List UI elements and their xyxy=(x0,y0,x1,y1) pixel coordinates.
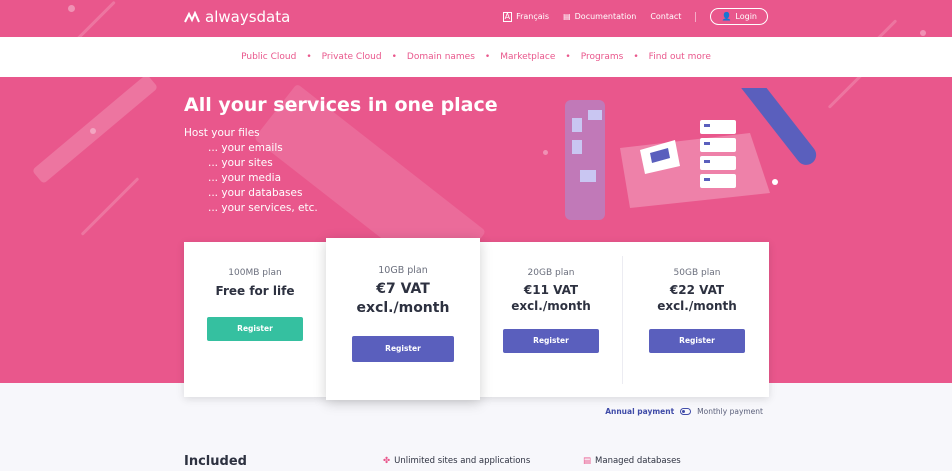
divider xyxy=(695,11,697,22)
nav-item-programs[interactable]: Programs xyxy=(571,52,634,62)
decorative-dot xyxy=(543,150,548,155)
decorative-dot xyxy=(90,128,96,134)
hero-list: Host your files ... your emails ... your… xyxy=(184,126,318,216)
nav-item-public-cloud[interactable]: Public Cloud xyxy=(231,52,306,62)
feature-item: ▤ Managed databases xyxy=(583,456,681,466)
sites-icon: ✤ xyxy=(383,456,391,466)
decorative-streak xyxy=(80,177,140,236)
plan-price-line2: excl./month xyxy=(356,300,450,316)
plan-price-line1: €22 VAT xyxy=(669,283,725,297)
hero-line: ... your sites xyxy=(208,157,273,169)
logo-icon xyxy=(184,11,200,23)
login-label: Login xyxy=(735,12,757,21)
plan-name: 100MB plan xyxy=(228,268,282,278)
documentation-label: Documentation xyxy=(574,12,637,21)
register-button[interactable]: Register xyxy=(649,329,745,353)
plan-price: Free for life xyxy=(215,284,295,298)
feature-label: Unlimited sites and applications xyxy=(394,456,531,466)
top-links: A Français ▤ Documentation Contact 👤 Log… xyxy=(502,8,768,25)
billing-switch[interactable] xyxy=(680,408,692,415)
plan-price-line2: excl./month xyxy=(511,299,591,313)
nav-item-marketplace[interactable]: Marketplace xyxy=(490,52,565,62)
language-label: Français xyxy=(516,12,550,21)
contact-link[interactable]: Contact xyxy=(650,12,681,21)
main-nav: Public Cloud • Private Cloud • Domain na… xyxy=(0,37,952,77)
book-icon: ▤ xyxy=(563,12,571,21)
nav-item-domain-names[interactable]: Domain names xyxy=(397,52,485,62)
register-button[interactable]: Register xyxy=(503,329,599,353)
plan-price-line2: excl./month xyxy=(657,299,737,313)
language-switch[interactable]: A Français xyxy=(502,11,550,22)
hero-line: ... your emails xyxy=(208,142,283,154)
login-button[interactable]: 👤 Login xyxy=(710,8,768,25)
hero-line: ... your databases xyxy=(208,187,303,199)
nav-item-private-cloud[interactable]: Private Cloud xyxy=(312,52,392,62)
translate-icon: A xyxy=(502,11,513,22)
plan-price-line1: €7 VAT xyxy=(376,281,430,297)
included-title: Included xyxy=(184,454,247,469)
monthly-payment-option[interactable]: Monthly payment xyxy=(697,407,763,416)
nav-item-find-out-more[interactable]: Find out more xyxy=(639,52,721,62)
register-button[interactable]: Register xyxy=(352,336,454,362)
plan-name: 20GB plan xyxy=(527,268,575,278)
user-icon: 👤 xyxy=(721,12,732,21)
database-icon: ▤ xyxy=(583,456,592,466)
plan-card-10gb: 10GB plan €7 VAT excl./month Register xyxy=(326,238,480,400)
feature-item: ✤ Unlimited sites and applications xyxy=(383,456,530,466)
plan-card-100mb: 100MB plan Free for life Register xyxy=(184,242,326,397)
contact-label: Contact xyxy=(650,12,682,21)
hero-title: All your services in one place xyxy=(184,94,498,116)
cloud-services-illustration xyxy=(565,88,817,220)
plan-card-50gb: 50GB plan €22 VAT excl./month Register xyxy=(626,242,768,397)
plan-name: 10GB plan xyxy=(378,265,428,276)
hero-line: ... your services, etc. xyxy=(208,202,318,214)
brand-name: alwaysdata xyxy=(205,8,291,26)
billing-toggle: Annual payment Monthly payment xyxy=(605,407,763,416)
hero-line: ... your media xyxy=(208,172,282,184)
annual-payment-option[interactable]: Annual payment xyxy=(605,407,674,416)
feature-label: Managed databases xyxy=(595,456,681,466)
brand-logo[interactable]: alwaysdata xyxy=(184,8,290,26)
documentation-link[interactable]: ▤ Documentation xyxy=(563,12,636,21)
plan-card-20gb: 20GB plan €11 VAT excl./month Register xyxy=(480,242,622,397)
hero-line: Host your files xyxy=(184,127,260,139)
plan-name: 50GB plan xyxy=(673,268,721,278)
register-button[interactable]: Register xyxy=(207,317,303,341)
plan-price-line1: €11 VAT xyxy=(523,283,579,297)
top-bar: alwaysdata A Français ▤ Documentation Co… xyxy=(0,0,952,36)
divider xyxy=(622,256,623,384)
